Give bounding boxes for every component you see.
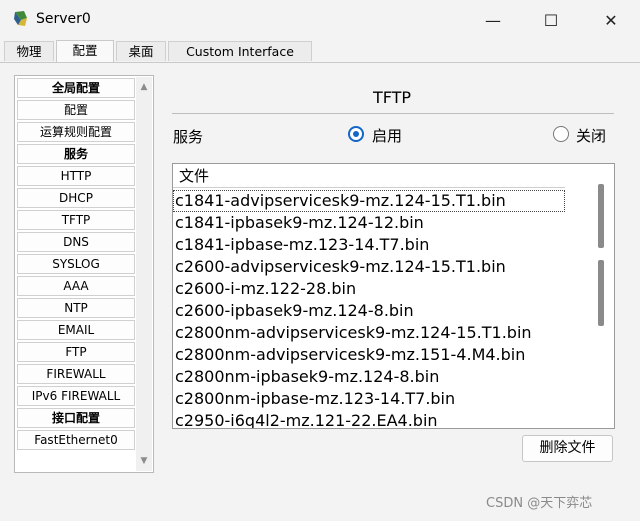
tab-desktop[interactable]: 桌面 bbox=[116, 41, 166, 61]
service-title: TFTP bbox=[372, 88, 412, 107]
sidebar-section-header: 接口配置 bbox=[17, 408, 135, 428]
scrollbar-thumb-upper[interactable] bbox=[598, 184, 604, 248]
close-icon: ✕ bbox=[604, 10, 618, 30]
file-row[interactable]: c2950-i6q4l2-mz.121-22.EA4.bin bbox=[173, 410, 603, 428]
file-list-box: 文件 c1841-advipservicesk9-mz.124-15.T1.bi… bbox=[172, 163, 615, 429]
sidebar-item[interactable]: FastEthernet0 bbox=[17, 430, 135, 450]
sidebar-item[interactable]: FIREWALL bbox=[17, 364, 135, 384]
minimize-button[interactable]: — bbox=[470, 0, 516, 40]
tab-bar: 物理 配置 桌面 Custom Interface bbox=[0, 40, 640, 63]
file-row[interactable]: c2600-ipbasek9-mz.124-8.bin bbox=[173, 300, 603, 322]
close-button[interactable]: ✕ bbox=[588, 0, 634, 40]
maximize-icon: ☐ bbox=[543, 10, 559, 30]
file-row[interactable]: c2800nm-ipbase-mz.123-14.T7.bin bbox=[173, 388, 603, 410]
sidebar-item[interactable]: HTTP bbox=[17, 166, 135, 186]
file-row[interactable]: c1841-ipbasek9-mz.124-12.bin bbox=[173, 212, 603, 234]
service-label: 服务 bbox=[173, 128, 204, 146]
scroll-up-icon[interactable]: ▲ bbox=[136, 79, 152, 95]
sidebar-item[interactable]: TFTP bbox=[17, 210, 135, 230]
config-sidebar: 全局配置 配置 运算规则配置 服务 HTTP DHCP TFTP DNS SYSLOG AAA NT… bbox=[14, 75, 154, 473]
minimize-icon: — bbox=[485, 10, 501, 30]
file-row[interactable]: c2800nm-ipbasek9-mz.124-8.bin bbox=[173, 366, 603, 388]
sidebar-scrollbar[interactable]: ▲ ▼ bbox=[136, 77, 152, 471]
file-row[interactable]: c2600-advipservicesk9-mz.124-15.T1.bin bbox=[173, 256, 603, 278]
delete-file-button[interactable]: 删除文件 bbox=[522, 435, 613, 462]
sidebar-list: 全局配置 配置 运算规则配置 服务 HTTP DHCP TFTP DNS SYSLOG AAA NT… bbox=[17, 78, 135, 452]
file-list: c1841-advipservicesk9-mz.124-15.T1.bin c1… bbox=[173, 190, 603, 428]
title-divider bbox=[172, 113, 614, 114]
scroll-down-icon[interactable]: ▼ bbox=[136, 453, 152, 469]
tab-physical[interactable]: 物理 bbox=[4, 41, 54, 61]
sidebar-item[interactable]: DNS bbox=[17, 232, 135, 252]
scrollbar-thumb-lower[interactable] bbox=[598, 260, 604, 326]
service-off-radio[interactable] bbox=[553, 126, 569, 142]
service-on-radio[interactable] bbox=[348, 126, 364, 142]
sidebar-item[interactable]: FTP bbox=[17, 342, 135, 362]
file-column-header[interactable]: 文件 bbox=[173, 164, 565, 188]
file-row[interactable]: c2800nm-advipservicesk9-mz.124-15.T1.bin bbox=[173, 322, 603, 344]
service-off-label[interactable]: 关闭 bbox=[576, 125, 606, 146]
window-title: Server0 bbox=[36, 11, 91, 27]
sidebar-item[interactable]: IPv6 FIREWALL bbox=[17, 386, 135, 406]
file-row[interactable]: c1841-ipbase-mz.123-14.T7.bin bbox=[173, 234, 603, 256]
app-icon bbox=[14, 11, 27, 26]
file-row[interactable]: c2600-i-mz.122-28.bin bbox=[173, 278, 603, 300]
maximize-button[interactable]: ☐ bbox=[528, 0, 574, 40]
sidebar-item[interactable]: SYSLOG bbox=[17, 254, 135, 274]
file-scrollbar[interactable] bbox=[598, 184, 606, 426]
sidebar-item[interactable]: 配置 bbox=[17, 100, 135, 120]
sidebar-item[interactable]: NTP bbox=[17, 298, 135, 318]
tab-custom-interface[interactable]: Custom Interface bbox=[168, 41, 312, 61]
sidebar-item[interactable]: 运算规则配置 bbox=[17, 122, 135, 142]
title-bar[interactable]: Server0 — ☐ ✕ bbox=[0, 0, 640, 40]
sidebar-item[interactable]: AAA bbox=[17, 276, 135, 296]
service-on-label[interactable]: 启用 bbox=[372, 125, 402, 146]
sidebar-item[interactable]: EMAIL bbox=[17, 320, 135, 340]
watermark: CSDN @天下弈芯 bbox=[486, 496, 593, 511]
sidebar-section-header: 服务 bbox=[17, 144, 135, 164]
sidebar-item[interactable]: DHCP bbox=[17, 188, 135, 208]
sidebar-section-header: 全局配置 bbox=[17, 78, 135, 98]
file-row[interactable]: c2800nm-advipservicesk9-mz.151-4.M4.bin bbox=[173, 344, 603, 366]
file-row[interactable]: c1841-advipservicesk9-mz.124-15.T1.bin bbox=[173, 190, 565, 212]
tab-config[interactable]: 配置 bbox=[56, 40, 114, 62]
